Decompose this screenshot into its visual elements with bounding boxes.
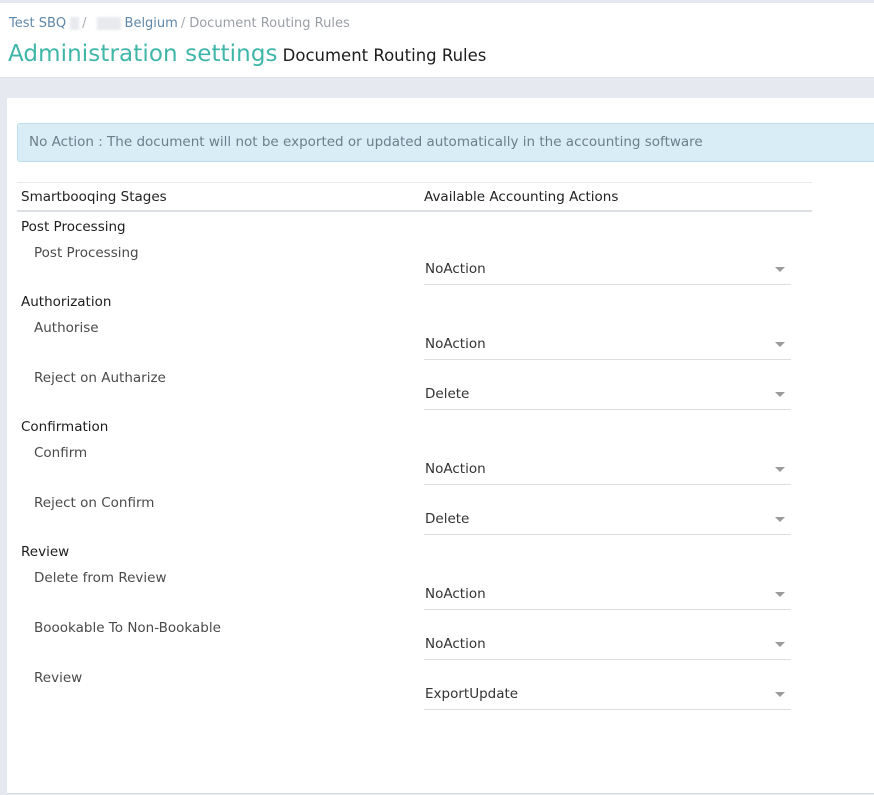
action-select-value: NoAction (425, 636, 486, 652)
column-header-actions: Available Accounting Actions (424, 188, 619, 205)
action-select-value: NoAction (425, 461, 486, 477)
routing-rules-panel: No Action : The document will not be exp… (7, 98, 874, 794)
page-title-main: Administration settings (8, 41, 278, 67)
info-alert: No Action : The document will not be exp… (17, 123, 874, 162)
action-select[interactable]: Delete (424, 507, 791, 535)
breadcrumb-separator: / (82, 16, 87, 31)
action-select-value: NoAction (425, 586, 486, 602)
action-select[interactable]: NoAction (424, 257, 791, 285)
stage-label: Reject on Autharize (34, 370, 166, 386)
table-row: Review ExportUpdate (17, 662, 812, 712)
table-row: Boookable To Non-Bookable NoAction (17, 612, 812, 662)
chevron-down-icon[interactable] (775, 517, 785, 522)
breadcrumb-item-test-sbq[interactable]: Test SBQ (9, 16, 66, 31)
group-title: Authorization (21, 294, 112, 310)
action-select[interactable]: ExportUpdate (424, 682, 791, 710)
action-select[interactable]: NoAction (424, 632, 791, 660)
action-select-value: Delete (425, 386, 470, 402)
action-select[interactable]: Delete (424, 382, 791, 410)
breadcrumb-item-current: Document Routing Rules (189, 16, 350, 31)
table-header: Smartbooqing Stages Available Accounting… (17, 182, 812, 212)
stage-label: Authorise (34, 320, 99, 336)
column-header-stages: Smartbooqing Stages (21, 188, 167, 205)
stage-label: Boookable To Non-Bookable (34, 620, 221, 636)
table-row: Reject on Confirm Delete (17, 487, 812, 537)
page-header: Test SBQ / Belgium / Document Routing Ru… (0, 2, 874, 78)
chevron-down-icon[interactable] (775, 592, 785, 597)
action-select-value: NoAction (425, 336, 486, 352)
chevron-down-icon[interactable] (775, 467, 785, 472)
action-select[interactable]: NoAction (424, 457, 791, 485)
chevron-down-icon[interactable] (775, 392, 785, 397)
group-title: Review (21, 544, 70, 560)
action-select-value: ExportUpdate (425, 686, 519, 702)
action-select[interactable]: NoAction (424, 582, 791, 610)
stage-label: Reject on Confirm (34, 495, 155, 511)
table-row: Authorise NoAction (17, 312, 812, 362)
chevron-down-icon[interactable] (775, 642, 785, 647)
group-title: Confirmation (21, 419, 109, 435)
breadcrumb: Test SBQ / Belgium / Document Routing Ru… (9, 16, 350, 31)
routing-rules-table: Smartbooqing Stages Available Accounting… (17, 182, 812, 712)
table-row: Delete from Review NoAction (17, 562, 812, 612)
stage-label: Confirm (34, 445, 88, 461)
stage-label: Delete from Review (34, 570, 167, 586)
page-title-sub: Document Routing Rules (282, 46, 487, 65)
stage-label: Review (34, 670, 83, 686)
group-title: Post Processing (21, 219, 126, 235)
table-row: Reject on Autharize Delete (17, 362, 812, 412)
page-title: Administration settings Document Routing… (8, 41, 486, 67)
breadcrumb-separator: / (180, 16, 186, 31)
table-row: Post Processing NoAction (17, 237, 812, 287)
chevron-down-icon[interactable] (775, 267, 785, 272)
chevron-down-icon[interactable] (775, 342, 785, 347)
action-select-value: Delete (425, 511, 470, 527)
chevron-down-icon[interactable] (775, 692, 785, 697)
table-row: Confirm NoAction (17, 437, 812, 487)
redacted-text (96, 17, 121, 30)
stage-label: Post Processing (34, 245, 139, 261)
action-select-value: NoAction (425, 261, 486, 277)
breadcrumb-item-belgium[interactable]: Belgium (125, 16, 178, 31)
redacted-text (70, 17, 80, 30)
table-body: Post Processing Post Processing NoAction Au… (17, 217, 812, 712)
action-select[interactable]: NoAction (424, 332, 791, 360)
